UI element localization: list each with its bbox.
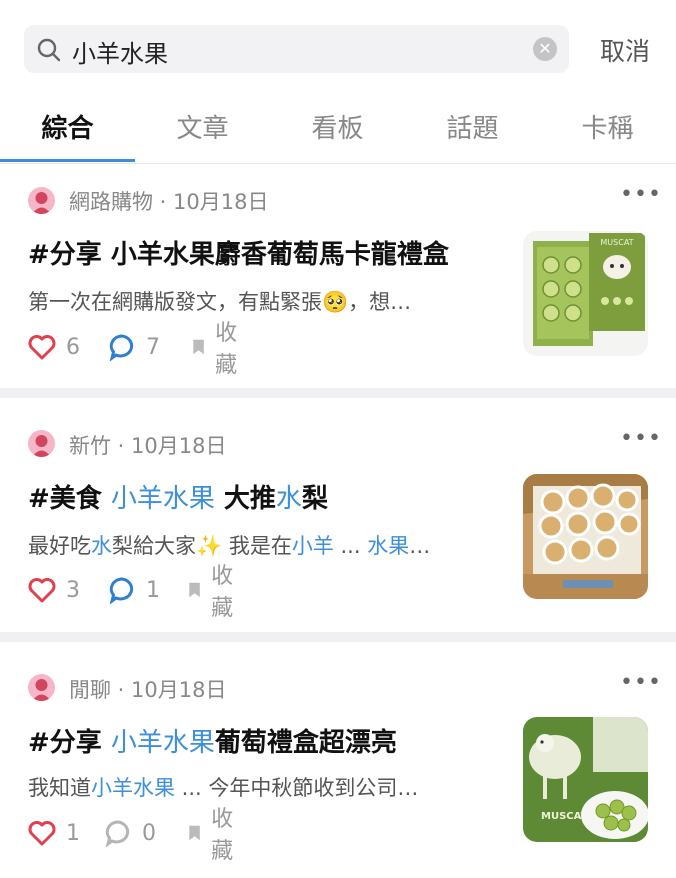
tab-bar: 綜合 文章 看板 話題 卡稱 — [0, 96, 676, 164]
comment-button[interactable]: 0 — [104, 818, 156, 848]
save-label: 收藏 — [211, 807, 234, 864]
save-label: 收藏 — [215, 321, 238, 378]
avatar — [28, 674, 55, 701]
post-snippet: 最好吃水梨給大家✨ 我是在小羊 ... 水果… — [28, 534, 431, 558]
avatar — [28, 187, 55, 214]
thumb-label: MUSCAT — [600, 238, 633, 247]
save-button[interactable]: 收藏 — [192, 321, 244, 378]
comment-count: 7 — [146, 334, 160, 360]
search-bar: 小羊水果 ✕ 取消 — [0, 0, 676, 96]
post-card[interactable]: 網路購物 · 10月18日 ••• #分享 小羊水果麝香葡萄馬卡龍禮盒 第一次在… — [0, 164, 676, 388]
avatar — [28, 430, 55, 457]
post-separator — [0, 632, 676, 642]
search-icon — [37, 38, 61, 62]
like-count: 6 — [66, 334, 80, 360]
like-button[interactable]: 6 — [28, 332, 80, 362]
bookmark-icon — [189, 582, 200, 598]
post-date: 10月18日 — [173, 190, 269, 214]
cancel-button[interactable]: 取消 — [600, 32, 650, 68]
board-name[interactable]: 網路購物 — [69, 190, 153, 214]
board-name[interactable]: 新竹 — [69, 434, 111, 458]
post-thumbnail[interactable]: MUSCAT — [523, 231, 648, 356]
heart-icon — [28, 578, 56, 603]
comment-count: 0 — [142, 820, 156, 846]
comment-icon — [109, 577, 134, 604]
clear-icon[interactable]: ✕ — [533, 37, 557, 61]
tab-cards[interactable]: 卡稱 — [540, 108, 675, 145]
board-name[interactable]: 閒聊 — [69, 678, 111, 702]
save-button[interactable]: 收藏 — [188, 564, 240, 621]
like-button[interactable]: 1 — [28, 818, 80, 848]
more-icon[interactable]: ••• — [620, 426, 662, 451]
post-thumbnail[interactable]: MUSCAT — [523, 717, 648, 842]
more-icon[interactable]: ••• — [620, 670, 662, 695]
comment-button[interactable]: 7 — [108, 332, 160, 362]
bookmark-icon — [193, 339, 204, 355]
post-meta: 新竹 · 10月18日 — [69, 434, 227, 458]
post-snippet: 第一次在網購版發文，有點緊張🥺，想… — [28, 290, 412, 314]
save-button[interactable]: 收藏 — [188, 807, 240, 864]
more-icon[interactable]: ••• — [620, 182, 662, 207]
tab-overview[interactable]: 綜合 — [0, 108, 135, 145]
active-tab-indicator — [0, 159, 135, 162]
tab-articles[interactable]: 文章 — [135, 108, 270, 145]
save-label: 收藏 — [211, 564, 234, 621]
post-snippet: 我知道小羊水果 ... 今年中秋節收到公司… — [28, 776, 419, 800]
thumb-label: MUSCAT — [541, 811, 588, 822]
post-meta: 網路購物 · 10月18日 — [69, 190, 269, 214]
comment-button[interactable]: 1 — [108, 575, 160, 605]
post-date: 10月18日 — [131, 434, 227, 458]
heart-icon — [28, 821, 56, 846]
post-title: #分享 小羊水果麝香葡萄馬卡龍禮盒 — [28, 240, 449, 270]
post-card[interactable]: 閒聊 · 10月18日 ••• #分享 小羊水果葡萄禮盒超漂亮 我知道小羊水果 … — [0, 642, 676, 878]
post-card[interactable]: 新竹 · 10月18日 ••• #美食 小羊水果 大推水梨 最好吃水梨給大家✨ … — [0, 398, 676, 632]
heart-icon — [28, 335, 56, 360]
search-box[interactable]: 小羊水果 ✕ — [24, 25, 569, 73]
comment-icon — [105, 820, 130, 847]
like-count: 3 — [66, 577, 80, 603]
post-separator — [0, 388, 676, 398]
post-meta: 閒聊 · 10月18日 — [69, 678, 227, 702]
post-date: 10月18日 — [131, 678, 227, 702]
comment-icon — [109, 334, 134, 361]
post-thumbnail[interactable] — [523, 474, 648, 599]
comment-count: 1 — [146, 577, 160, 603]
like-button[interactable]: 3 — [28, 575, 80, 605]
post-title: #分享 小羊水果葡萄禮盒超漂亮 — [28, 728, 397, 758]
search-input[interactable]: 小羊水果 — [72, 34, 168, 69]
tab-boards[interactable]: 看板 — [270, 108, 405, 145]
like-count: 1 — [66, 820, 80, 846]
tab-topics[interactable]: 話題 — [405, 108, 540, 145]
bookmark-icon — [189, 825, 200, 841]
post-title: #美食 小羊水果 大推水梨 — [28, 484, 328, 514]
